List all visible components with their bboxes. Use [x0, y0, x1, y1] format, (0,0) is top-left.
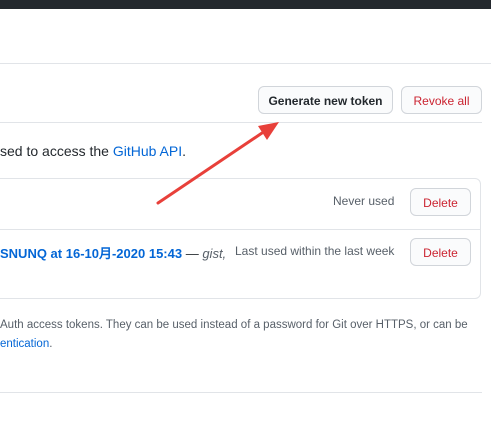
- annotation-arrow-icon: [156, 122, 279, 205]
